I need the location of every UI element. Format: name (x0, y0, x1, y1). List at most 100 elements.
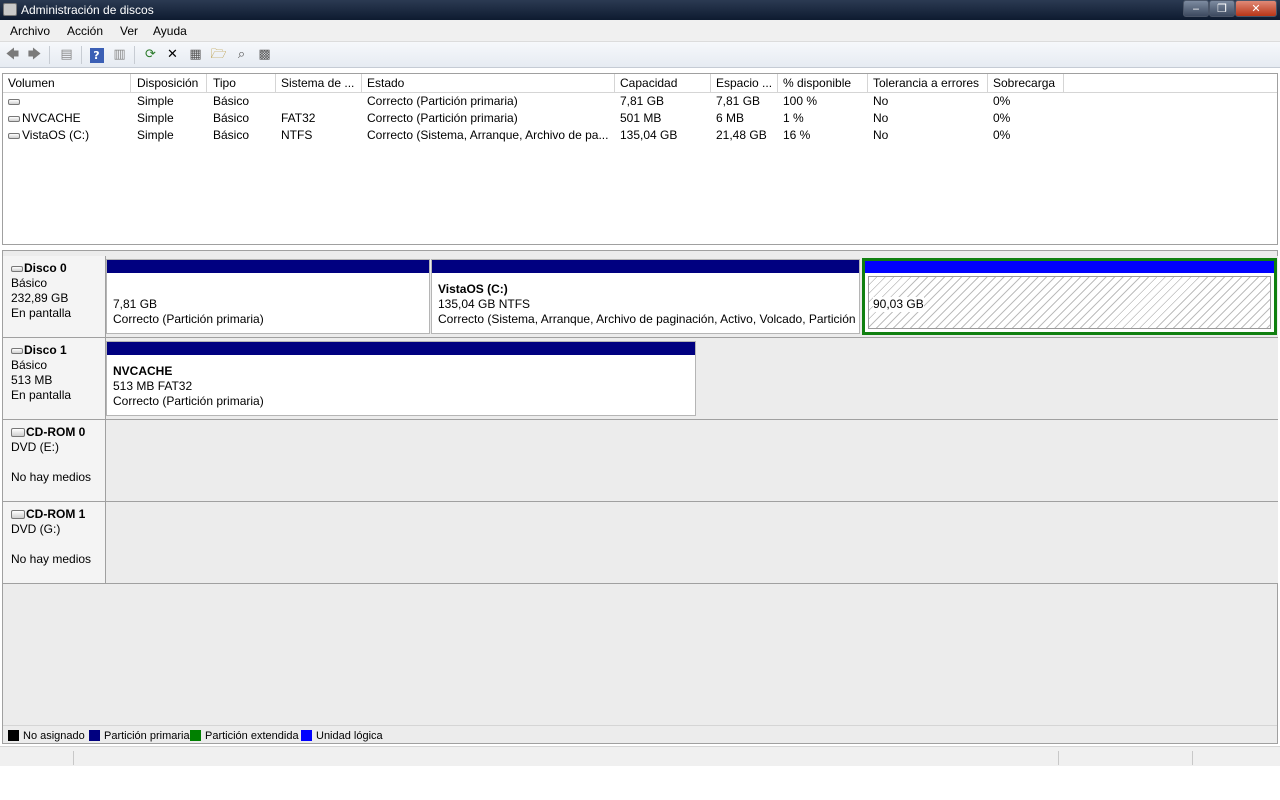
refresh-button[interactable]: ⟳ (142, 47, 159, 63)
properties-icon: ▦ (189, 47, 202, 62)
forward-button[interactable]: 🡆 (26, 47, 43, 63)
legend: No asignado Partición primaria Partición… (3, 725, 1277, 743)
disk-type: Básico (11, 358, 48, 372)
legend-item-particion-extendida: Partición extendida (190, 730, 299, 742)
toolbar: 🡄 🡆 ▤ ? ▥ ⟳ ✕ ▦ 🗁 ⌕ ▩ (0, 42, 1280, 68)
disk-size: 232,89 GB (11, 291, 69, 305)
cdrom-icon (11, 510, 25, 520)
cell-disposicion: Simple (137, 128, 174, 142)
volume-name: VistaOS (C:) (22, 128, 90, 142)
disk-0-label[interactable]: Disco 0 Básico 232,89 GB En pantalla (3, 256, 106, 338)
menu-accion[interactable]: Acción (67, 23, 103, 39)
table-row[interactable]: VistaOS (C:) Simple Básico NTFS Correcto… (3, 127, 1277, 144)
partition-bar (432, 260, 859, 273)
partition-vistaos[interactable]: VistaOS (C:) 135,04 GB NTFS Correcto (Si… (431, 259, 860, 334)
column-header-disposicion[interactable]: Disposición (132, 74, 207, 93)
close-button[interactable]: ✕ (1235, 0, 1277, 17)
open-button[interactable]: 🗁 (210, 47, 227, 63)
table-row[interactable]: NVCACHE Simple Básico FAT32 Correcto (Pa… (3, 110, 1277, 127)
show-pane-button[interactable]: ▥ (111, 47, 128, 63)
disk-icon (8, 98, 20, 105)
cell-capacidad: 501 MB (620, 111, 662, 125)
partition-size: 135,04 GB NTFS (438, 297, 531, 311)
column-header-porcentaje-disponible[interactable]: % disponible (778, 74, 868, 93)
cell-disponible: 100 % (783, 94, 818, 108)
properties-button[interactable]: ▦ (187, 47, 204, 63)
partition-status: Correcto (Partición primaria) (113, 312, 264, 326)
menu-ayuda[interactable]: Ayuda (153, 23, 187, 39)
disk-1-label[interactable]: Disco 1 Básico 513 MB En pantalla (3, 338, 106, 420)
partition-name: VistaOS (C:) (438, 282, 508, 296)
menu-bar: Archivo Acción Ver Ayuda (0, 20, 1280, 42)
partition-size: 513 MB FAT32 (113, 379, 193, 393)
open-folder-icon: 🗁 (210, 47, 227, 62)
cell-sobrecarga: 0% (993, 94, 1011, 108)
help-icon: ? (89, 47, 104, 63)
cell-capacidad: 135,04 GB (620, 128, 678, 142)
delete-button[interactable]: ✕ (164, 47, 181, 63)
cell-sistema: FAT32 (281, 111, 316, 125)
partition-name: NVCACHE (113, 364, 173, 378)
cell-tipo: Básico (213, 128, 250, 142)
status-separator (1058, 751, 1059, 765)
column-header-sobrecarga[interactable]: Sobrecarga (988, 74, 1064, 93)
partition-extended[interactable]: 90,03 GB (862, 258, 1277, 335)
free-space-area (868, 276, 1271, 329)
partition-info: 7,81 GB Correcto (Partición primaria) (113, 297, 264, 327)
partition-bar (107, 260, 429, 273)
show-pane-icon: ▥ (113, 47, 126, 62)
disk-name: Disco 0 (24, 261, 67, 275)
cdrom-0-area (106, 420, 1278, 502)
explore-button[interactable]: ⌕ (233, 47, 250, 63)
minimize-button[interactable]: ‒ (1183, 0, 1209, 17)
cdrom-1-label[interactable]: CD-ROM 1 DVD (G:) No hay medios (3, 502, 106, 584)
cell-disponible: 1 % (783, 111, 804, 125)
volume-list[interactable]: Volumen Disposición Tipo Sistema de ... … (2, 73, 1278, 245)
cell-disponible: 16 % (783, 128, 811, 142)
console-tree-button[interactable]: ▤ (58, 47, 75, 63)
legend-label: Partición extendida (205, 730, 299, 742)
disk-icon (8, 132, 20, 139)
cell-disposicion: Simple (137, 111, 174, 125)
format-icon: ▩ (258, 47, 271, 62)
menu-archivo[interactable]: Archivo (10, 23, 50, 39)
close-icon: ✕ (1251, 2, 1261, 15)
cell-sobrecarga: 0% (993, 128, 1011, 142)
table-row[interactable]: Simple Básico Correcto (Partición primar… (3, 93, 1277, 110)
volume-name: NVCACHE (22, 111, 81, 125)
disk-status: No hay medios (11, 470, 92, 484)
partition-unnamed[interactable]: 7,81 GB Correcto (Partición primaria) (106, 259, 430, 334)
cell-tolerancia: No (873, 111, 889, 125)
disk-size: 513 MB (11, 373, 53, 387)
disk-type: DVD (E:) (11, 440, 59, 454)
column-header-tipo[interactable]: Tipo (208, 74, 276, 93)
column-header-espacio-libre[interactable]: Espacio ... (711, 74, 778, 93)
disk-type: DVD (G:) (11, 522, 61, 536)
cell-volumen (3, 93, 131, 110)
toolbar-separator (81, 46, 82, 64)
menu-ver[interactable]: Ver (120, 23, 138, 39)
column-header-tolerancia[interactable]: Tolerancia a errores (868, 74, 988, 93)
column-header-volumen[interactable]: Volumen (3, 74, 131, 93)
format-button[interactable]: ▩ (256, 47, 273, 63)
partition-status: Correcto (Partición primaria) (113, 394, 264, 408)
legend-swatch (8, 730, 19, 741)
legend-label: Unidad lógica (316, 730, 383, 742)
column-header-capacidad[interactable]: Capacidad (615, 74, 711, 93)
cell-capacidad: 7,81 GB (620, 94, 665, 108)
disk-status: En pantalla (11, 306, 72, 320)
column-header-estado[interactable]: Estado (362, 74, 615, 93)
cdrom-0-label[interactable]: CD-ROM 0 DVD (E:) No hay medios (3, 420, 106, 502)
maximize-button[interactable]: ❐ (1209, 0, 1235, 17)
partition-info: VistaOS (C:) 135,04 GB NTFS Correcto (Si… (438, 282, 857, 327)
minimize-icon: ‒ (1192, 2, 1200, 15)
cell-sistema (276, 93, 362, 110)
disk-type: Básico (11, 276, 48, 290)
back-button[interactable]: 🡄 (4, 47, 21, 63)
cell-tipo: Básico (213, 111, 250, 125)
column-header-sistema-archivos[interactable]: Sistema de ... (276, 74, 362, 93)
legend-item-no-asignado: No asignado (8, 730, 85, 742)
legend-swatch (301, 730, 312, 741)
help-button[interactable]: ? (88, 47, 105, 63)
partition-nvcache[interactable]: NVCACHE 513 MB FAT32 Correcto (Partición… (106, 341, 696, 416)
